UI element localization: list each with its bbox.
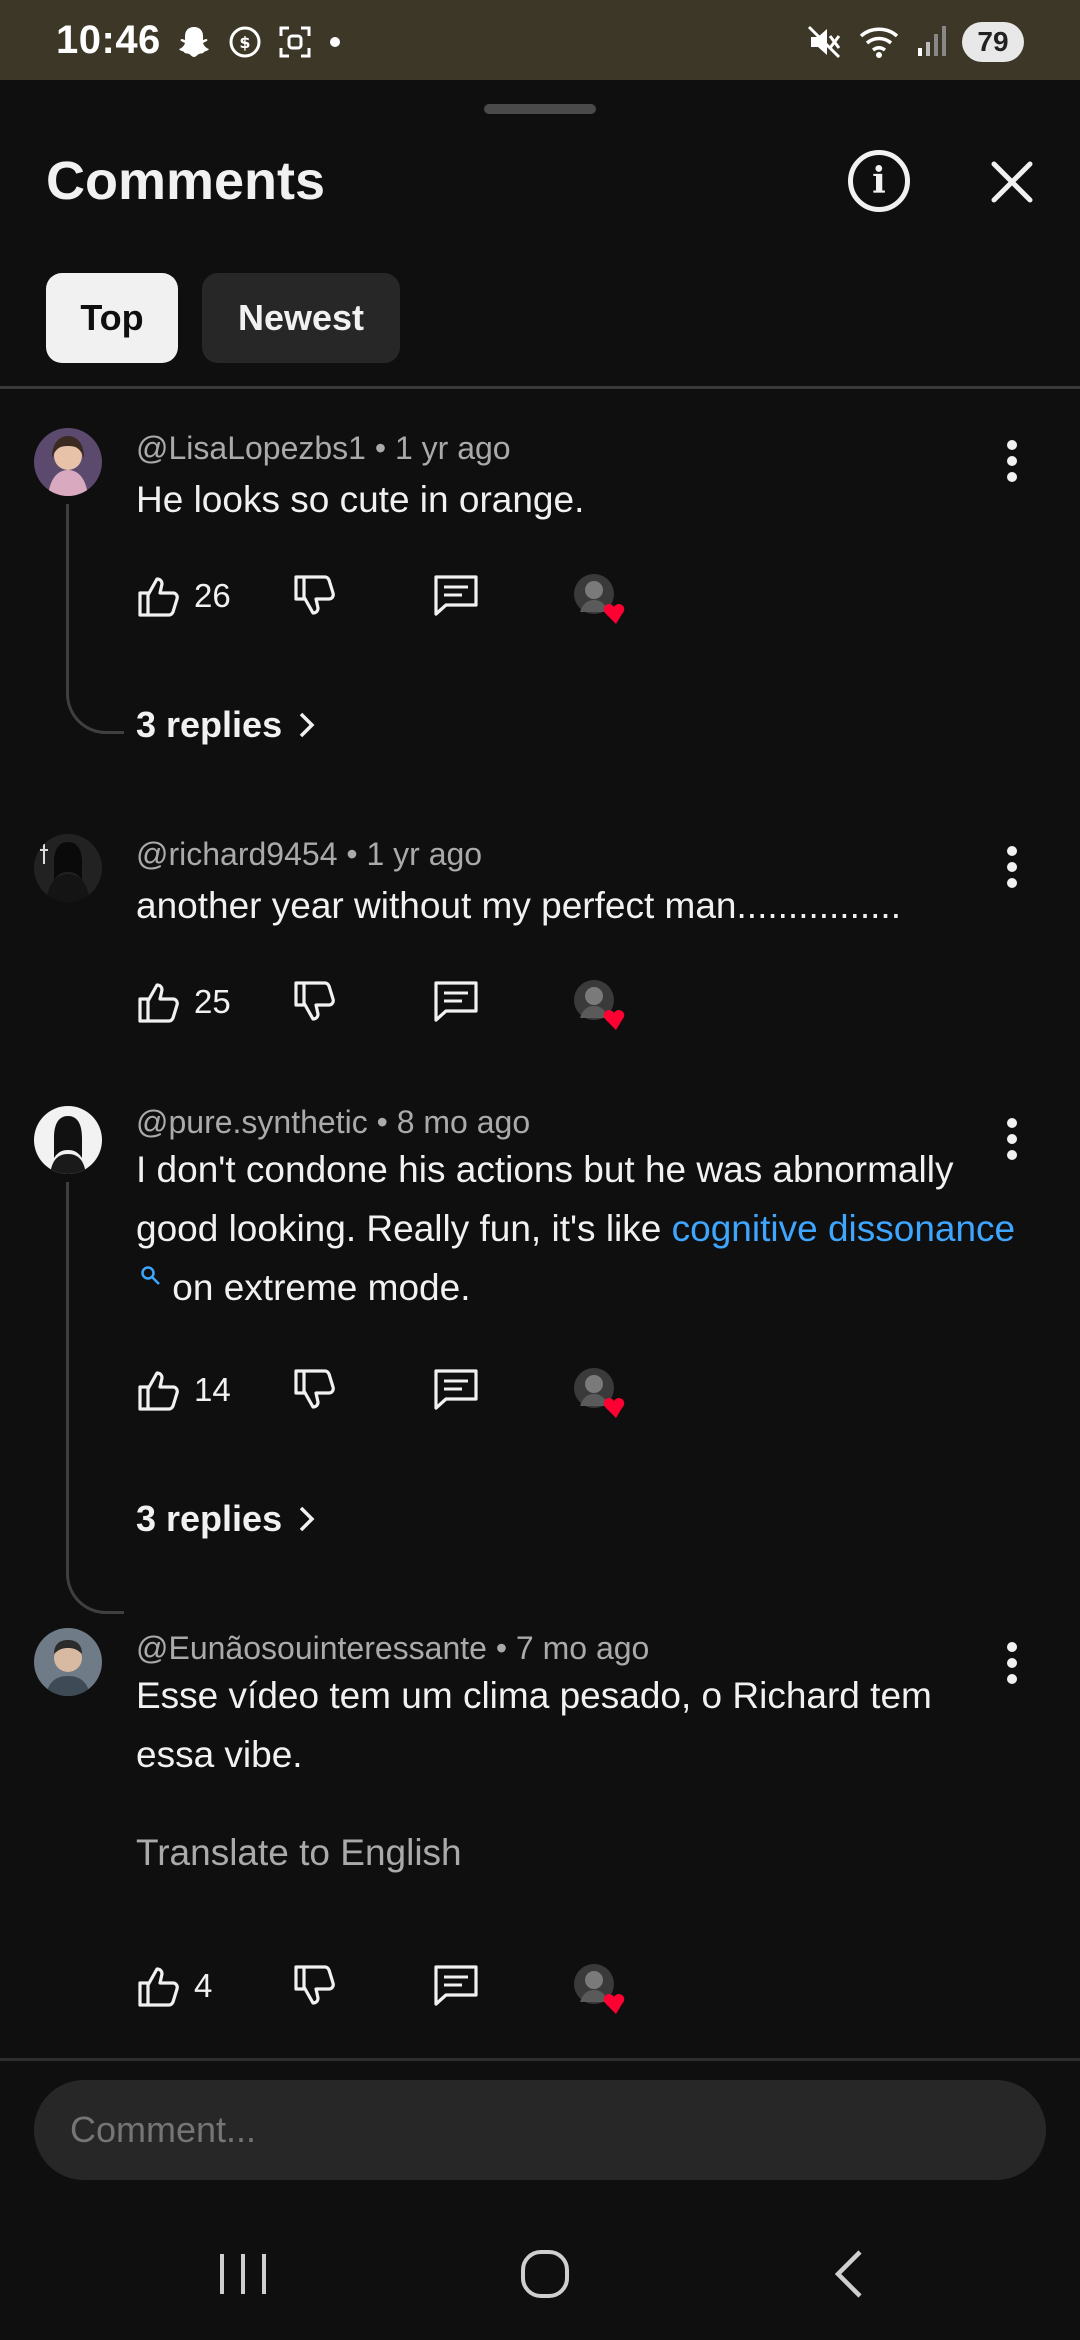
svg-text:$: $ bbox=[239, 33, 250, 52]
page-title: Comments bbox=[46, 151, 326, 211]
thumbs-down-icon bbox=[294, 575, 335, 615]
thumbs-up-icon bbox=[138, 1967, 179, 2007]
more-options-button[interactable] bbox=[1000, 440, 1024, 488]
thumbs-down-icon bbox=[294, 1369, 335, 1409]
more-options-button[interactable] bbox=[1000, 1642, 1024, 1690]
reply-icon bbox=[434, 1965, 478, 2006]
wifi-icon bbox=[859, 27, 899, 58]
chevron-right-icon bbox=[299, 1506, 315, 1532]
like-count: 4 bbox=[194, 1967, 213, 2004]
like-count: 14 bbox=[194, 1371, 231, 1408]
home-icon[interactable] bbox=[510, 2244, 580, 2304]
dot-icon bbox=[330, 37, 340, 47]
dislike-button[interactable] bbox=[292, 972, 338, 1032]
search-icon bbox=[141, 1265, 160, 1285]
more-options-button[interactable] bbox=[1000, 1118, 1024, 1166]
creator-heart-badge bbox=[572, 1366, 625, 1418]
comment-text: another year without my perfect man.....… bbox=[136, 885, 901, 926]
replies-count: 3 replies bbox=[136, 1498, 283, 1539]
like-button[interactable]: 14 bbox=[136, 1360, 231, 1420]
snapchat-icon bbox=[179, 27, 209, 57]
comment-author-meta[interactable]: @Eunãosouinteressante • 7 mo ago bbox=[136, 1630, 649, 1667]
dislike-button[interactable] bbox=[292, 1956, 338, 2016]
search-link-text: cognitive dissonance bbox=[671, 1208, 1016, 1249]
reply-button[interactable] bbox=[432, 1360, 480, 1420]
filter-newest-chip[interactable]: Newest bbox=[202, 273, 400, 363]
thumbs-down-icon bbox=[294, 1965, 335, 2005]
info-icon: i bbox=[872, 160, 886, 202]
chevron-right-icon bbox=[299, 712, 315, 738]
avatar[interactable] bbox=[34, 1628, 102, 1696]
comment-actions: 4 bbox=[136, 1956, 656, 2016]
recent-apps-icon[interactable] bbox=[208, 2244, 278, 2304]
screenshot-icon bbox=[279, 26, 311, 58]
translate-button[interactable]: Translate to English bbox=[136, 1832, 462, 1874]
drag-handle[interactable] bbox=[484, 104, 596, 114]
comment-author-meta[interactable]: @pure.synthetic • 8 mo ago bbox=[136, 1104, 530, 1141]
header-divider bbox=[0, 386, 1080, 389]
notification-icon: $ bbox=[229, 26, 261, 58]
like-button[interactable]: 26 bbox=[136, 566, 231, 626]
comment-text: Esse vídeo tem um clima pesado, o Richar… bbox=[136, 1675, 932, 1775]
comment-author-meta[interactable]: @LisaLopezbs1 • 1 yr ago bbox=[136, 430, 511, 467]
creator-heart-badge bbox=[572, 1962, 625, 2014]
like-button[interactable]: 25 bbox=[136, 972, 231, 1032]
comment-text: I don't condone his actions but he was a… bbox=[136, 1140, 1016, 1317]
reply-button[interactable] bbox=[432, 972, 480, 1032]
avatar[interactable] bbox=[34, 834, 102, 902]
thread-connector bbox=[66, 1182, 124, 1614]
status-time: 10:46 bbox=[56, 18, 161, 62]
dislike-button[interactable] bbox=[292, 566, 338, 626]
comment-actions: 25 bbox=[136, 972, 656, 1032]
creator-heart-badge bbox=[572, 978, 625, 1030]
thumbs-down-icon bbox=[294, 981, 335, 1021]
thumbs-up-icon bbox=[138, 577, 179, 617]
creator-heart-icon bbox=[574, 1368, 625, 1418]
status-bar: 10:46 $ 79 bbox=[0, 0, 1080, 80]
mute-icon bbox=[807, 25, 841, 59]
close-icon[interactable] bbox=[986, 156, 1038, 208]
comment-actions: 14 bbox=[136, 1360, 656, 1420]
creator-heart-icon bbox=[574, 980, 625, 1030]
thread-connector bbox=[66, 504, 124, 734]
reply-icon bbox=[434, 1369, 478, 1410]
thumbs-up-icon bbox=[138, 983, 179, 1023]
back-icon[interactable] bbox=[814, 2244, 884, 2304]
creator-heart-badge bbox=[572, 572, 625, 624]
comment-author-meta[interactable]: @richard9454 • 1 yr ago bbox=[136, 836, 482, 873]
composer-divider bbox=[0, 2058, 1080, 2061]
creator-heart-icon bbox=[574, 1964, 625, 2014]
like-count: 25 bbox=[194, 983, 231, 1020]
info-button[interactable]: i bbox=[848, 150, 910, 212]
comment-input[interactable] bbox=[34, 2080, 1046, 2180]
avatar[interactable] bbox=[34, 1106, 102, 1174]
like-count: 26 bbox=[194, 577, 231, 614]
status-right-icons: 79 bbox=[806, 20, 1024, 64]
comment-actions: 26 bbox=[136, 566, 656, 626]
thumbs-up-icon bbox=[138, 1371, 179, 1411]
battery-indicator: 79 bbox=[962, 22, 1024, 62]
like-button[interactable]: 4 bbox=[136, 1956, 212, 2016]
comment-text-after: on extreme mode. bbox=[162, 1267, 471, 1308]
view-replies-button[interactable]: 3 replies bbox=[136, 704, 318, 746]
signal-icon bbox=[918, 26, 946, 56]
reply-button[interactable] bbox=[432, 566, 480, 626]
filter-top-chip[interactable]: Top bbox=[46, 273, 178, 363]
avatar[interactable] bbox=[34, 428, 102, 496]
status-left-icons: $ bbox=[175, 20, 343, 64]
dislike-button[interactable] bbox=[292, 1360, 338, 1420]
more-options-button[interactable] bbox=[1000, 846, 1024, 894]
reply-icon bbox=[434, 575, 478, 616]
reply-button[interactable] bbox=[432, 1956, 480, 2016]
reply-icon bbox=[434, 981, 478, 1022]
creator-heart-icon bbox=[574, 574, 625, 624]
system-nav-bar bbox=[0, 2200, 1080, 2340]
comment-text: He looks so cute in orange. bbox=[136, 479, 585, 520]
replies-count: 3 replies bbox=[136, 704, 283, 745]
view-replies-button[interactable]: 3 replies bbox=[136, 1498, 318, 1540]
